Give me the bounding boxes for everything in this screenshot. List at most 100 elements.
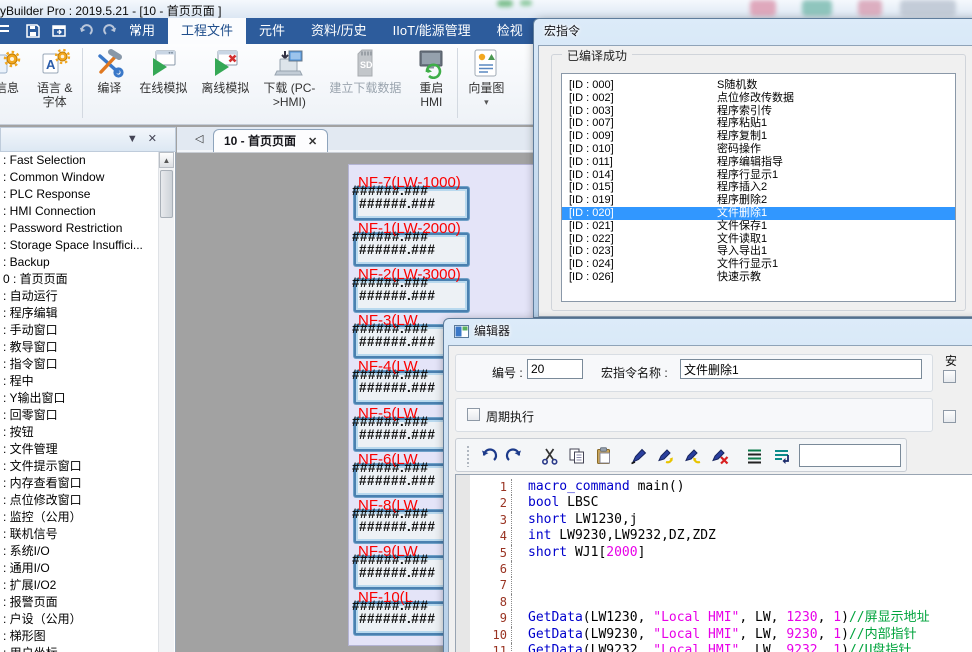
redo-icon[interactable]: [505, 446, 525, 466]
code-editor[interactable]: 1macro_command main()2bool LBSC3short LW…: [455, 474, 972, 652]
sidebar-item[interactable]: : 户设（公用）: [0, 611, 158, 628]
macro-name-input[interactable]: [680, 359, 922, 379]
info-button[interactable]: 信息: [0, 44, 30, 95]
macro-listbox[interactable]: [ID : 000]S随机数[ID : 002]点位修改传数据[ID : 003…: [561, 73, 956, 302]
macro-list-item[interactable]: [ID : 009]程序复制1: [562, 130, 955, 143]
secondary-checkbox[interactable]: [943, 410, 956, 423]
paste-icon[interactable]: [594, 446, 614, 466]
sidebar-item[interactable]: : 报警页面: [0, 594, 158, 611]
sidebar-item[interactable]: : 程序编辑: [0, 305, 158, 322]
tab-iiot[interactable]: IIoT/能源管理: [380, 18, 484, 44]
security-checkbox[interactable]: [943, 370, 956, 383]
macro-list-item[interactable]: [ID : 023]导入导出1: [562, 245, 955, 258]
language-font-button[interactable]: A 语言 &字体: [30, 44, 79, 109]
macro-list-item[interactable]: [ID : 022]文件读取1: [562, 233, 955, 246]
goto-line-icon[interactable]: [772, 446, 792, 466]
sidebar-item[interactable]: : Fast Selection: [0, 152, 158, 169]
bookmark-previous-icon[interactable]: [683, 446, 703, 466]
code-line: 2bool LBSC: [456, 495, 972, 511]
sidebar-item[interactable]: : 文件管理: [0, 441, 158, 458]
sidebar-item[interactable]: : 自动运行: [0, 288, 158, 305]
toolbar-drag-handle[interactable]: [466, 445, 471, 467]
macro-list-item[interactable]: [ID : 002]点位修改传数据: [562, 92, 955, 105]
macro-list-item[interactable]: [ID : 019]程序删除2: [562, 194, 955, 207]
periodic-execution-checkbox[interactable]: [467, 408, 480, 421]
sidebar-item[interactable]: : 点位修改窗口: [0, 492, 158, 509]
sidebar-item[interactable]: : Password Restriction: [0, 220, 158, 237]
number-input[interactable]: [527, 359, 583, 379]
sidebar-item[interactable]: : 系统I/O: [0, 543, 158, 560]
panel-collapse-icon[interactable]: ▼: [127, 133, 148, 145]
sidebar-item[interactable]: : Backup: [0, 254, 158, 271]
macro-list-item[interactable]: [ID : 003]程序索引传: [562, 105, 955, 118]
macro-list-item[interactable]: [ID : 024]文件行显示1: [562, 258, 955, 271]
find-input[interactable]: [799, 444, 901, 467]
tab-yuanjian[interactable]: 元件: [246, 18, 298, 44]
tab-jianshi[interactable]: 检视: [484, 18, 536, 44]
export-window-button[interactable]: [50, 23, 67, 40]
sidebar-item[interactable]: : PLC Response: [0, 186, 158, 203]
cut-icon[interactable]: [540, 446, 560, 466]
sidebar-item[interactable]: : 用户坐标: [0, 645, 158, 652]
tab-gongchengwenjian[interactable]: 工程文件: [168, 18, 246, 44]
file-menu-fragment-icon[interactable]: [0, 25, 9, 37]
undo-icon[interactable]: [478, 446, 498, 466]
sidebar-item[interactable]: : HMI Connection: [0, 203, 158, 220]
macro-list-item[interactable]: [ID : 015]程序插入2: [562, 181, 955, 194]
sidebar-item[interactable]: : 指令窗口: [0, 356, 158, 373]
bookmark-next-icon[interactable]: [656, 446, 676, 466]
macro-list-item[interactable]: [ID : 026]快速示教: [562, 271, 955, 284]
sidebar-item[interactable]: : 监控（公用）: [0, 509, 158, 526]
offline-simulation-button[interactable]: 离线模拟: [194, 44, 256, 95]
titlebar-decoration: [750, 0, 776, 16]
macro-list-item[interactable]: [ID : 011]程序编辑指导: [562, 156, 955, 169]
sidebar-item[interactable]: : 教导窗口: [0, 339, 158, 356]
vector-dropdown-caret[interactable]: ▾: [468, 95, 504, 109]
sidebar-item[interactable]: : 手动窗口: [0, 322, 158, 339]
online-simulation-button[interactable]: 在线模拟: [132, 44, 194, 95]
macro-list-item[interactable]: [ID : 010]密码操作: [562, 143, 955, 156]
sidebar-scrollbar[interactable]: ▲: [158, 152, 174, 652]
macro-list-item[interactable]: [ID : 000]S随机数: [562, 79, 955, 92]
macro-window-titlebar[interactable]: 宏指令: [534, 19, 972, 43]
sidebar-item[interactable]: : 程中: [0, 373, 158, 390]
macro-instruction-window[interactable]: 宏指令 已编译成功 [ID : 000]S随机数[ID : 002]点位修改传数…: [533, 18, 972, 318]
line-list-icon[interactable]: [745, 446, 765, 466]
macro-editor-window[interactable]: 编辑器 编号 : 宏指令名称 : 安 周期执行: [443, 318, 972, 652]
save-button[interactable]: [24, 23, 41, 40]
scroll-up-icon[interactable]: ▲: [159, 152, 174, 168]
macro-list-item-selected[interactable]: [ID : 020]文件删除1: [562, 207, 955, 220]
sidebar-item[interactable]: : 梯形图: [0, 628, 158, 645]
bookmark-clear-icon[interactable]: [710, 446, 730, 466]
tab-ziliao-lishi[interactable]: 资料/历史: [298, 18, 380, 44]
vector-graphics-button[interactable]: 向量图▾: [461, 44, 511, 109]
download-pc-hmi-button[interactable]: 下载 (PC->HMI): [256, 44, 322, 109]
tab-close-icon[interactable]: ✕: [308, 136, 317, 148]
panel-close-icon[interactable]: ✕: [148, 133, 167, 145]
tab-scroll-left-icon[interactable]: ◁: [195, 132, 203, 145]
macro-list-item[interactable]: [ID : 007]程序粘贴1: [562, 117, 955, 130]
macro-item-id: [ID : 014]: [569, 169, 717, 182]
document-tab-home-page[interactable]: 10 - 首页页面✕: [213, 129, 328, 152]
sidebar-item[interactable]: : 联机信号: [0, 526, 158, 543]
sidebar-item[interactable]: : 回零窗口: [0, 407, 158, 424]
undo-button[interactable]: [76, 23, 93, 40]
macro-list-item[interactable]: [ID : 014]程序行显示1: [562, 169, 955, 182]
sidebar-item[interactable]: : Common Window: [0, 169, 158, 186]
reboot-hmi-button[interactable]: 重启HMI: [408, 44, 454, 109]
sidebar-item[interactable]: : 内存查看窗口: [0, 475, 158, 492]
sidebar-item[interactable]: : 文件提示窗口: [0, 458, 158, 475]
sidebar-item[interactable]: : Storage Space Insuffici...: [0, 237, 158, 254]
tab-changyong[interactable]: 常用: [116, 18, 168, 44]
bookmark-toggle-icon[interactable]: [629, 446, 649, 466]
sidebar-item[interactable]: : 扩展I/O2: [0, 577, 158, 594]
sidebar-item[interactable]: : 按钮: [0, 424, 158, 441]
macro-list-item[interactable]: [ID : 021]文件保存1: [562, 220, 955, 233]
sidebar-item[interactable]: : Y输出窗口: [0, 390, 158, 407]
copy-icon[interactable]: [567, 446, 587, 466]
sidebar-item[interactable]: : 通用I/O: [0, 560, 158, 577]
scrollbar-thumb[interactable]: [160, 170, 173, 218]
editor-window-titlebar[interactable]: 编辑器: [444, 319, 972, 343]
compile-button[interactable]: 编译: [86, 44, 132, 95]
sidebar-item[interactable]: 0 : 首页页面: [0, 271, 158, 288]
